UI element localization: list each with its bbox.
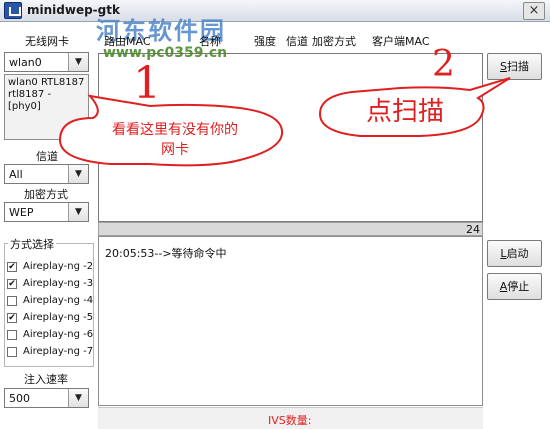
callout-1-line: 网卡 <box>161 142 189 158</box>
annotation-number-2: 2 <box>432 44 455 85</box>
callout-2-text: 点扫描 <box>365 97 444 127</box>
callout-1-text: 看看这里有没有你的 网卡 <box>80 120 270 160</box>
annotation-overlay <box>58 77 511 167</box>
callout-1-line: 看看这里有没有你的 <box>112 122 238 138</box>
annotation-number-1: 1 <box>133 58 161 109</box>
